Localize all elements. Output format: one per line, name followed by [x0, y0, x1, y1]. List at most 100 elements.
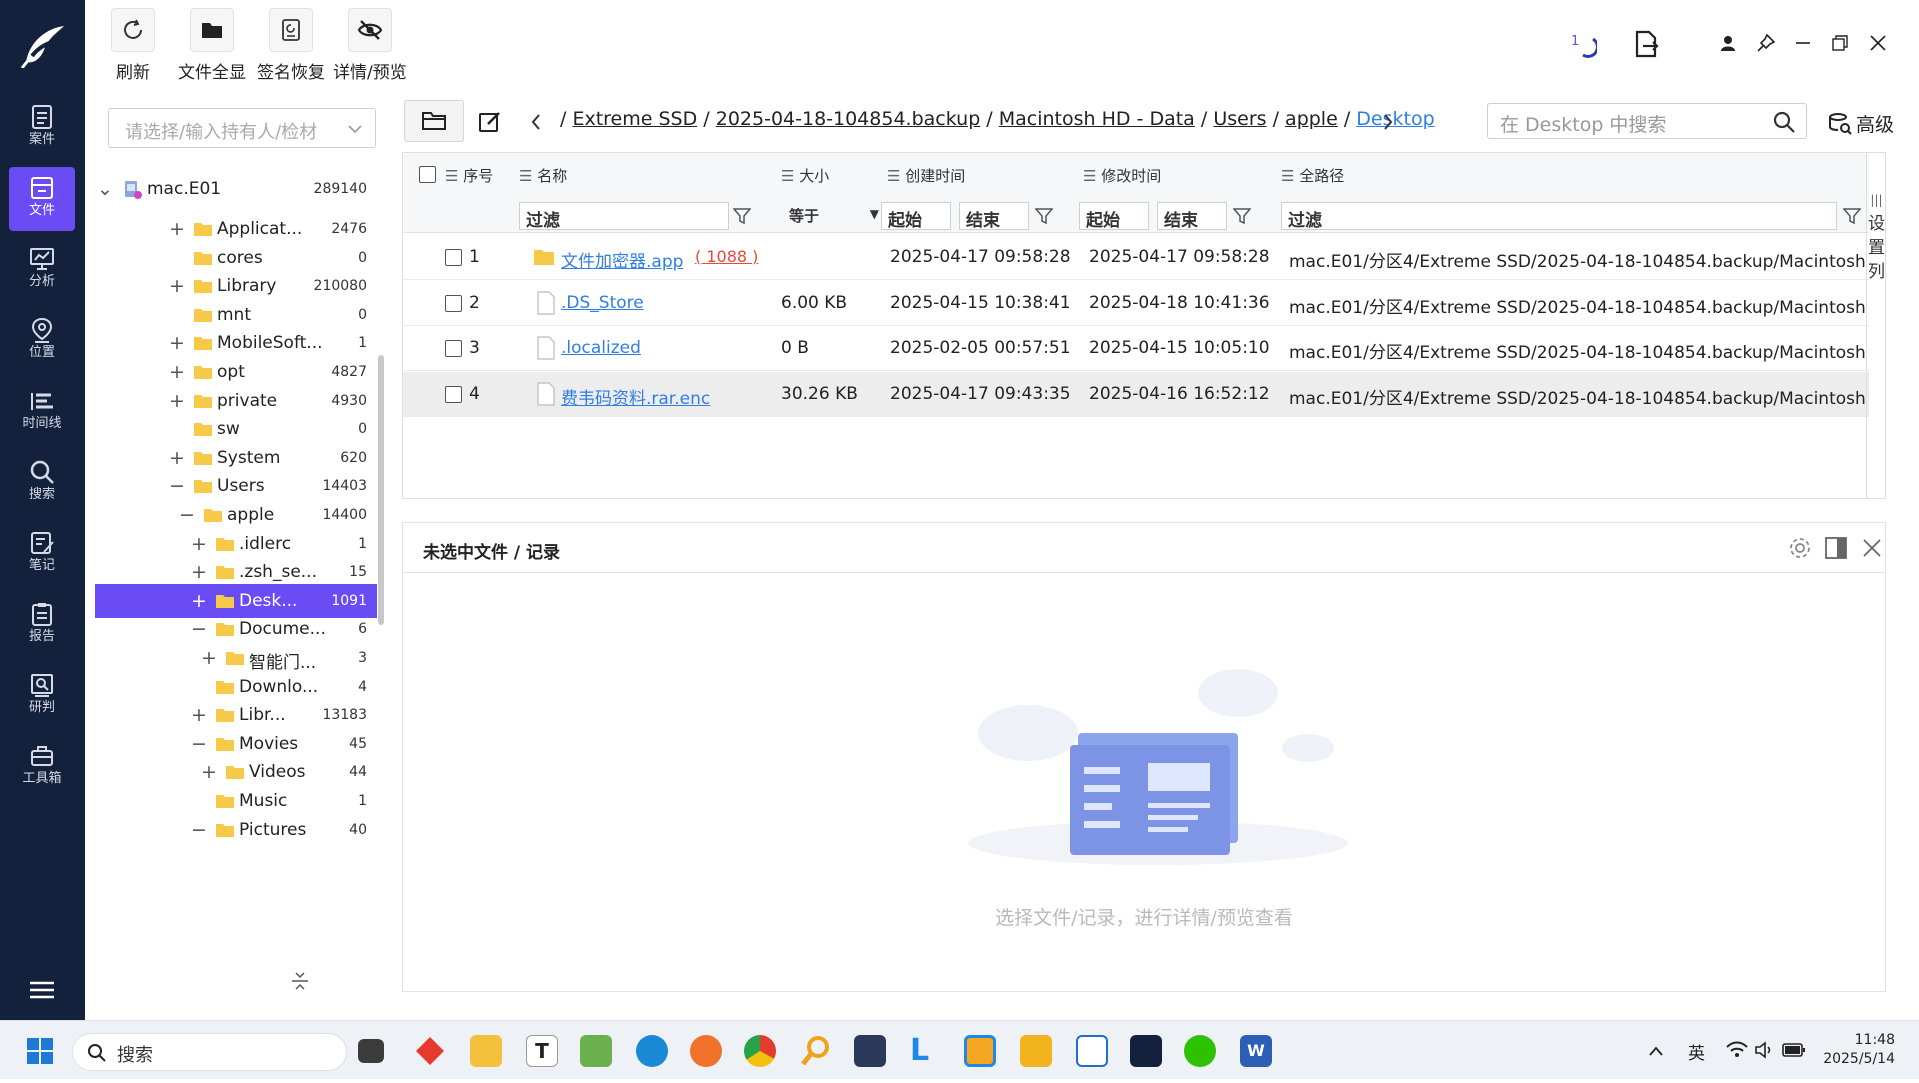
- menu-icon[interactable]: [28, 980, 56, 1000]
- wifi-icon[interactable]: [1726, 1041, 1748, 1059]
- task-progress-icon[interactable]: [1579, 36, 1597, 58]
- advanced-search-button[interactable]: 高级: [1856, 110, 1894, 137]
- row-name-link[interactable]: 文件加密器.app: [561, 247, 683, 272]
- expand-icon[interactable]: +: [169, 218, 185, 240]
- search-icon[interactable]: [1772, 110, 1796, 134]
- l-app-icon[interactable]: L: [910, 1035, 942, 1067]
- edit-icon[interactable]: [478, 110, 502, 134]
- split-view-icon[interactable]: [1823, 535, 1849, 561]
- signature-restore-button[interactable]: 签名恢复: [257, 8, 325, 83]
- filter-icon[interactable]: [1233, 207, 1251, 225]
- col-size[interactable]: ☰ 大小: [781, 165, 829, 186]
- edge-icon[interactable]: [636, 1035, 668, 1067]
- collapse-all-icon[interactable]: [291, 970, 309, 992]
- table-row[interactable]: 2 .DS_Store 6.00 KB 2025-04-15 10:38:41 2025…: [403, 281, 1869, 326]
- chevron-up-icon[interactable]: [1648, 1045, 1664, 1057]
- table-row[interactable]: 1 文件加密器.app 2025-04-17 09:58:28 2025-04-17 …: [403, 235, 1869, 280]
- path-filter-input[interactable]: 过滤: [1281, 202, 1837, 231]
- collapse-icon[interactable]: −: [179, 504, 195, 526]
- row-checkbox[interactable]: [445, 249, 462, 266]
- nav-item-location[interactable]: 位置: [9, 309, 75, 373]
- filter-icon[interactable]: [1843, 207, 1861, 225]
- window-app-icon[interactable]: [1076, 1035, 1108, 1067]
- text-editor-icon[interactable]: T: [526, 1035, 558, 1067]
- word-icon[interactable]: W: [1240, 1035, 1272, 1067]
- firefox-icon[interactable]: [690, 1035, 722, 1067]
- filter-icon[interactable]: [733, 207, 751, 225]
- show-all-files-button[interactable]: 文件全显: [178, 8, 246, 83]
- ime-indicator[interactable]: 英: [1688, 1039, 1705, 1064]
- col-created[interactable]: ☰ 创建时间: [887, 165, 965, 186]
- folder-view-button[interactable]: [404, 100, 464, 142]
- pin-icon[interactable]: [1753, 30, 1779, 56]
- table-row[interactable]: 4 费韦码资料.rar.enc 30.26 KB 2025-04-17 09:43:3…: [403, 371, 1869, 417]
- detail-preview-button[interactable]: 详情/预览: [333, 8, 407, 83]
- nav-item-notes[interactable]: 笔记: [9, 522, 75, 586]
- modified-start-input[interactable]: 起始: [1079, 202, 1149, 231]
- nav-item-toolbox[interactable]: 工具箱: [9, 735, 75, 799]
- col-modified[interactable]: ☰ 修改时间: [1083, 165, 1161, 186]
- crumb-desktop[interactable]: Desktop: [1356, 108, 1434, 130]
- crumb-apple[interactable]: apple: [1285, 108, 1338, 130]
- nav-item-timeline[interactable]: 时间线: [9, 380, 75, 444]
- col-name[interactable]: ☰ 名称: [519, 165, 567, 186]
- expand-icon[interactable]: +: [191, 590, 207, 612]
- export-icon[interactable]: [1633, 30, 1659, 58]
- image-app-icon[interactable]: [580, 1035, 612, 1067]
- system-clock[interactable]: 11:48 2025/5/14: [1823, 1031, 1895, 1069]
- tree-root[interactable]: ⌄ mac.E01 289140: [95, 172, 377, 206]
- row-name-link[interactable]: .localized: [561, 338, 641, 358]
- collapse-icon[interactable]: −: [191, 733, 207, 755]
- chrome-icon[interactable]: [744, 1035, 776, 1067]
- volume-icon[interactable]: [1754, 1041, 1774, 1059]
- nav-item-analysis[interactable]: 分析: [9, 238, 75, 302]
- file-explorer-icon[interactable]: [470, 1035, 502, 1067]
- crumb-users[interactable]: Users: [1213, 108, 1266, 130]
- expand-icon[interactable]: +: [191, 533, 207, 555]
- collapse-icon[interactable]: −: [191, 618, 207, 640]
- name-filter-input[interactable]: 过滤: [519, 202, 729, 231]
- crumb-backup[interactable]: 2025-04-18-104854.backup: [716, 108, 981, 130]
- row-checkbox[interactable]: [445, 294, 462, 312]
- expand-icon[interactable]: +: [169, 390, 185, 412]
- row-checkbox[interactable]: [445, 340, 462, 357]
- cat-app-icon[interactable]: [854, 1035, 886, 1067]
- forward-chevron-icon[interactable]: [1382, 113, 1394, 131]
- collapse-icon[interactable]: −: [169, 475, 185, 497]
- holder-select[interactable]: 请选择/输入持有人/检材: [108, 108, 376, 148]
- back-chevron-icon[interactable]: [530, 113, 542, 131]
- close-icon[interactable]: [1865, 30, 1891, 56]
- nav-item-file[interactable]: 文件: [9, 167, 75, 231]
- battery-icon[interactable]: [1782, 1042, 1806, 1058]
- row-child-count[interactable]: ( 1088 ): [695, 247, 758, 266]
- set-columns-button[interactable]: ||| 设置列: [1866, 152, 1886, 499]
- search-tool-icon[interactable]: [800, 1035, 832, 1067]
- forensics-app-icon[interactable]: [1130, 1035, 1162, 1067]
- size-operator-select[interactable]: 等于 ▼: [783, 202, 881, 230]
- taskbar-search[interactable]: 搜索: [72, 1033, 347, 1071]
- network-app-icon[interactable]: [964, 1035, 996, 1067]
- expand-icon[interactable]: +: [201, 761, 217, 783]
- expand-icon[interactable]: +: [201, 647, 217, 669]
- row-checkbox[interactable]: [445, 385, 462, 403]
- minimize-icon[interactable]: [1790, 30, 1816, 56]
- edit-app-icon[interactable]: [1020, 1035, 1052, 1067]
- advanced-search-icon[interactable]: [1828, 112, 1852, 136]
- expand-icon[interactable]: +: [169, 332, 185, 354]
- user-icon[interactable]: [1715, 30, 1741, 56]
- expand-icon[interactable]: +: [191, 561, 207, 583]
- table-row[interactable]: 3 .localized 0 B 2025-02-05 00:57:51 2025-04…: [403, 326, 1869, 371]
- col-fullpath[interactable]: ☰ 全路径: [1281, 165, 1344, 186]
- restore-icon[interactable]: [1827, 30, 1853, 56]
- wechat-icon[interactable]: [1184, 1035, 1216, 1067]
- modified-end-input[interactable]: 结束: [1157, 202, 1227, 231]
- app-red-diamond-icon[interactable]: [414, 1035, 446, 1067]
- filter-icon[interactable]: [1035, 207, 1053, 225]
- close-panel-icon[interactable]: [1859, 535, 1885, 561]
- refresh-button[interactable]: 刷新: [111, 8, 155, 83]
- row-name-link[interactable]: 费韦码资料.rar.enc: [561, 384, 710, 409]
- settings-icon[interactable]: [1787, 535, 1813, 561]
- nav-item-search[interactable]: 搜索: [9, 451, 75, 515]
- expand-icon[interactable]: +: [169, 447, 185, 469]
- expand-icon[interactable]: +: [169, 275, 185, 297]
